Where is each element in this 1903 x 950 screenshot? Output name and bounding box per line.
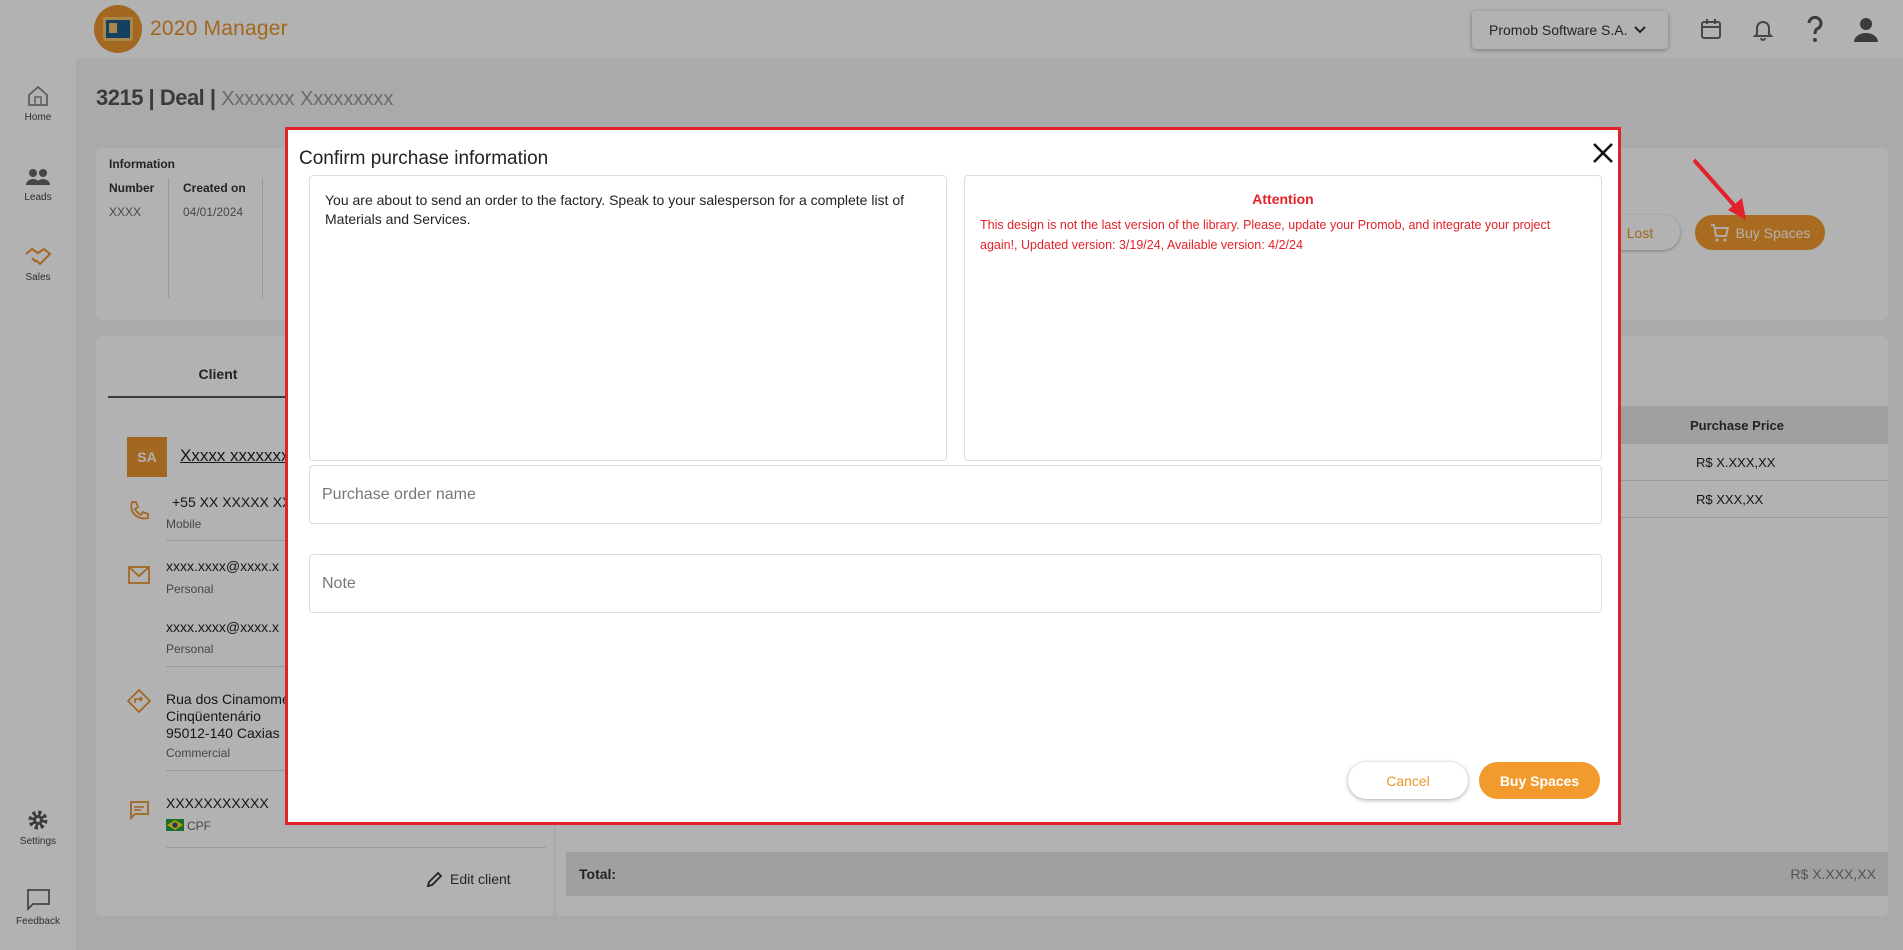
info-message: You are about to send an order to the fa… <box>325 192 905 227</box>
dialog-title: Confirm purchase information <box>299 148 549 169</box>
annotation-arrow-icon <box>1692 158 1746 220</box>
note-input[interactable] <box>309 554 1602 613</box>
attention-text: This design is not the last version of t… <box>980 218 1551 252</box>
attention-panel: Attention This design is not the last ve… <box>964 175 1602 461</box>
confirm-purchase-dialog: Confirm purchase information You are abo… <box>285 127 1621 825</box>
info-message-panel: You are about to send an order to the fa… <box>309 175 947 461</box>
attention-title: Attention <box>1252 191 1314 207</box>
close-icon[interactable] <box>1590 140 1616 166</box>
purchase-order-name-input[interactable] <box>309 465 1602 524</box>
cancel-button[interactable]: Cancel <box>1348 762 1468 799</box>
confirm-buy-spaces-button[interactable]: Buy Spaces <box>1479 762 1600 799</box>
